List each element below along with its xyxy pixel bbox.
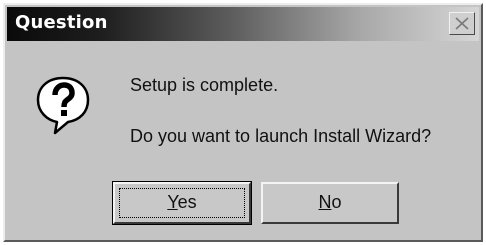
yes-button-label: Yes <box>167 192 196 212</box>
question-balloon-icon <box>36 76 90 135</box>
yes-button[interactable]: Yes <box>112 181 252 225</box>
no-label-rest: o <box>331 192 342 212</box>
close-icon <box>455 17 469 30</box>
message-line-2: Do you want to launch Install Wizard? <box>130 126 432 146</box>
no-button[interactable]: No <box>261 182 399 224</box>
close-button[interactable] <box>449 12 475 35</box>
no-button-label: No <box>318 192 341 212</box>
yes-mnemonic: Y <box>167 192 178 212</box>
dialog-title: Question <box>15 12 108 33</box>
question-dialog: Question Setup is complete. Do you want … <box>3 3 483 242</box>
message-line-1: Setup is complete. <box>130 75 279 95</box>
no-mnemonic: N <box>318 192 332 212</box>
title-bar[interactable]: Question <box>7 7 479 41</box>
yes-label-rest: es <box>177 192 197 212</box>
